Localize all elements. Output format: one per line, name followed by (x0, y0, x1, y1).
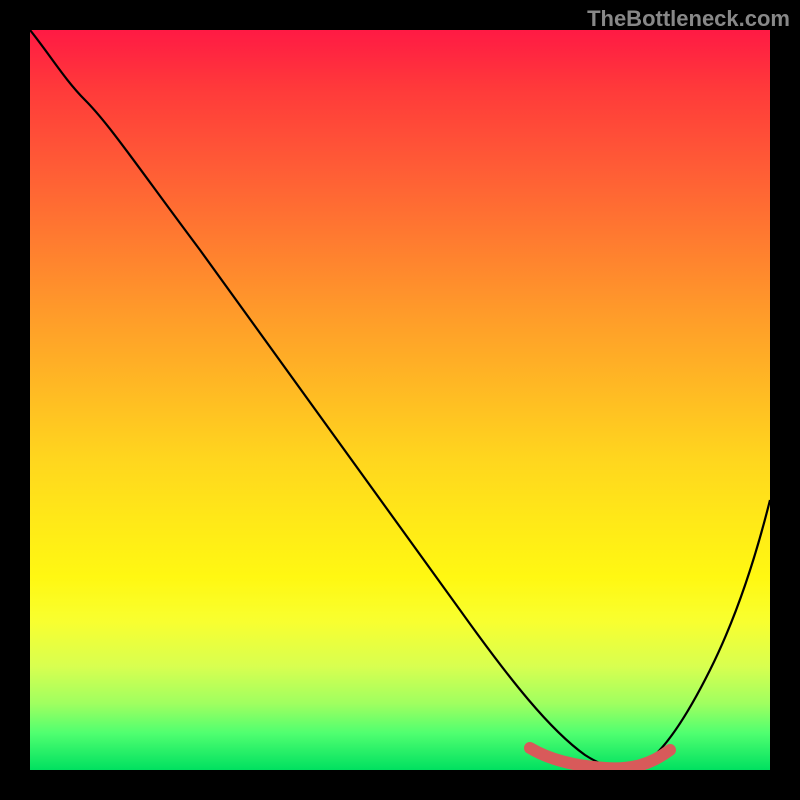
chart-svg (30, 30, 770, 770)
bottleneck-curve (30, 30, 770, 769)
watermark-text: TheBottleneck.com (587, 6, 790, 32)
optimal-zone-marker (530, 748, 670, 768)
chart-frame: TheBottleneck.com (0, 0, 800, 800)
